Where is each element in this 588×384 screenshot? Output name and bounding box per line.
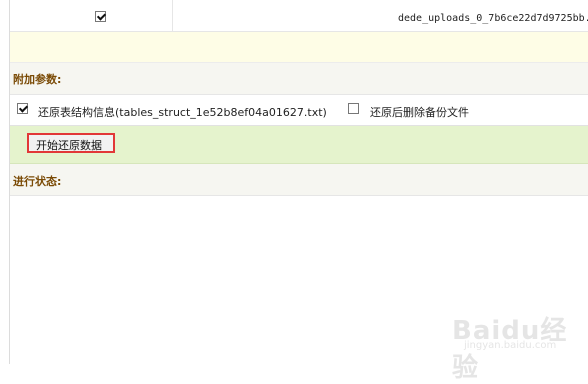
extra-params-section: 附加参数: (10, 63, 588, 95)
progress-heading: 进行状态: (13, 175, 62, 188)
start-restore-button[interactable]: 开始还原数据 (27, 133, 115, 153)
action-row: 开始还原数据 (10, 126, 588, 164)
delete-backup-label: 还原后删除备份文件 (370, 106, 469, 119)
cell-divider (172, 0, 173, 31)
start-restore-label: 开始还原数据 (36, 139, 102, 152)
watermark-url: jingyan.baidu.com (464, 340, 557, 351)
extra-params-heading: 附加参数: (13, 73, 62, 86)
file-select-checkbox[interactable] (95, 11, 106, 22)
delete-backup-checkbox[interactable] (348, 103, 359, 114)
progress-section: 进行状态: (10, 164, 588, 196)
empty-row (10, 32, 588, 63)
baidu-watermark: Baidu经验 jingyan.baidu.com (440, 304, 580, 383)
table-row: dede_uploads_0_7b6ce22d7d9725bb.txt (10, 0, 588, 32)
restore-structure-checkbox[interactable] (17, 103, 28, 114)
backup-filename: dede_uploads_0_7b6ce22d7d9725bb.txt (398, 13, 588, 24)
params-row: 还原表结构信息(tables_struct_1e52b8ef04a01627.t… (10, 95, 588, 126)
restore-structure-label: 还原表结构信息(tables_struct_1e52b8ef04a01627.t… (38, 106, 327, 119)
